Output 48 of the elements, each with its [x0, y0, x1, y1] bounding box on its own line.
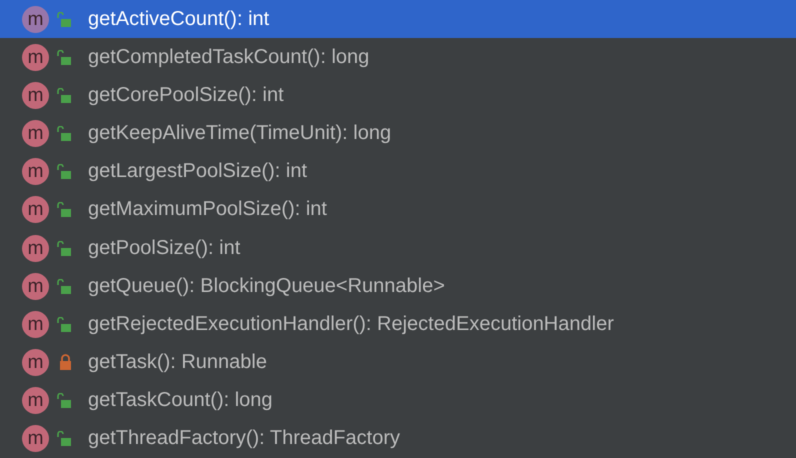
- method-badge: m: [22, 196, 49, 224]
- method-badge: m: [22, 6, 49, 33]
- method-label: getRejectedExecutionHandler(): RejectedExecutionHandler: [88, 312, 614, 336]
- method-label: getCompletedTaskCount(): long: [88, 46, 370, 69]
- method-label: getCorePoolSize(): int: [88, 84, 284, 107]
- unlocked-padlock-icon: [57, 431, 72, 446]
- unlocked-padlock-icon: [57, 50, 72, 65]
- unlocked-padlock-icon: [57, 12, 72, 27]
- method-badge: m: [22, 44, 49, 71]
- member-row[interactable]: m getMaximumPoolSize(): int: [0, 190, 796, 229]
- method-badge: m: [22, 425, 49, 452]
- member-row[interactable]: m getActiveCount(): int: [0, 0, 796, 38]
- unlocked-padlock-icon: [57, 164, 72, 180]
- member-row[interactable]: m getTaskCount(): long: [0, 382, 796, 420]
- unlocked-padlock-icon: [57, 240, 72, 256]
- method-badge: m: [22, 120, 49, 148]
- method-label: getThreadFactory(): ThreadFactory: [88, 427, 400, 450]
- method-label: getMaximumPoolSize(): int: [88, 198, 327, 222]
- member-row[interactable]: m getLargestPoolSize(): int: [0, 152, 796, 191]
- method-label: getKeepAliveTime(TimeUnit): long: [88, 122, 392, 146]
- member-row[interactable]: m getKeepAliveTime(TimeUnit): long: [0, 114, 796, 153]
- member-row[interactable]: m getCompletedTaskCount(): long: [0, 38, 796, 76]
- member-row[interactable]: m getCorePoolSize(): int: [0, 76, 796, 114]
- member-row[interactable]: m getThreadFactory(): ThreadFactory: [0, 420, 796, 458]
- method-badge: m: [22, 234, 49, 262]
- method-badge: m: [22, 387, 49, 414]
- member-row[interactable]: m getRejectedExecutionHandler(): RejectedExecutionHandler: [0, 305, 796, 344]
- unlocked-padlock-icon: [57, 88, 72, 103]
- member-row[interactable]: m getTask(): Runnable: [0, 343, 796, 382]
- unlocked-padlock-icon: [57, 278, 72, 294]
- method-badge: m: [22, 158, 49, 186]
- method-label: getPoolSize(): int: [88, 236, 240, 260]
- method-badge: m: [22, 82, 49, 109]
- method-badge: m: [22, 272, 49, 300]
- method-badge: m: [22, 348, 49, 376]
- member-row[interactable]: m getPoolSize(): int: [0, 228, 796, 268]
- method-label: getActiveCount(): int: [88, 8, 270, 31]
- method-label: getLargestPoolSize(): int: [88, 160, 308, 184]
- member-row[interactable]: m getQueue(): BlockingQueue<Runnable>: [0, 267, 796, 306]
- unlocked-padlock-icon: [57, 393, 72, 408]
- padlock-icon: [59, 354, 72, 370]
- unlocked-padlock-icon: [57, 316, 72, 332]
- method-label: getTask(): Runnable: [88, 350, 267, 374]
- unlocked-padlock-icon: [57, 126, 72, 142]
- unlocked-padlock-icon: [57, 202, 72, 218]
- method-label: getTaskCount(): long: [88, 389, 273, 412]
- method-badge: m: [22, 310, 49, 338]
- method-label: getQueue(): BlockingQueue<Runnable>: [88, 274, 445, 298]
